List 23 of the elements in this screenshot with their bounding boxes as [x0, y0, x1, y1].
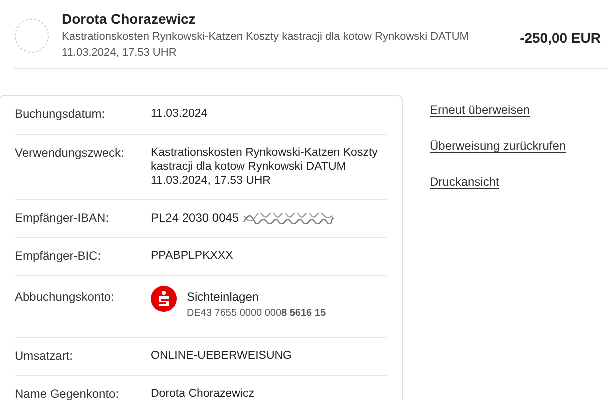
date-time: 11.03.2024, 17.53 UHR [62, 46, 178, 61]
field-label: Abbuchungskonto: [15, 290, 116, 306]
field-value: Kastrationskosten Rynkowski-Katzen Koszty kastracji dla kotow Rynkowski DATUM 11.03.2024, 17.53 UHR [151, 146, 379, 188]
field-value: ONLINE-UEBERWEISUNG [151, 349, 294, 363]
bank-logo-icon [151, 286, 177, 312]
field-label: Empfänger-IBAN: [15, 211, 110, 226]
action-link[interactable]: Überweisung zurückrufen [430, 137, 566, 155]
action-link[interactable]: Druckansicht [430, 173, 566, 191]
field-label: Umsatzart: [15, 349, 74, 364]
field-label: Buchungsdatum: [15, 107, 106, 122]
field-value: PL24 2030 0045 [151, 211, 240, 226]
account-name: Sichteinlagen [187, 290, 260, 305]
field-label: Empfänger-BIC: [15, 249, 102, 264]
field-value: 11.03.2024 [151, 107, 209, 121]
field-value: PPABPLPKXXX [151, 249, 234, 263]
account-number: DE43 7655 0000 0008 5616 15 [187, 307, 326, 320]
payee-name: Dorota Chorazewicz [62, 10, 197, 28]
field-label: Verwendungszweck: [15, 146, 126, 162]
amount: -250,00 EUR [520, 29, 601, 48]
field-value: Dorota Chorazewicz [151, 387, 256, 400]
purpose-text: Kastrationskosten Rynkowski-Katzen Koszty kastracji dla kotow Rynkowski DATUM [62, 30, 470, 45]
avatar-placeholder [14, 18, 50, 54]
action-link[interactable]: Erneut überweisen [430, 101, 566, 119]
